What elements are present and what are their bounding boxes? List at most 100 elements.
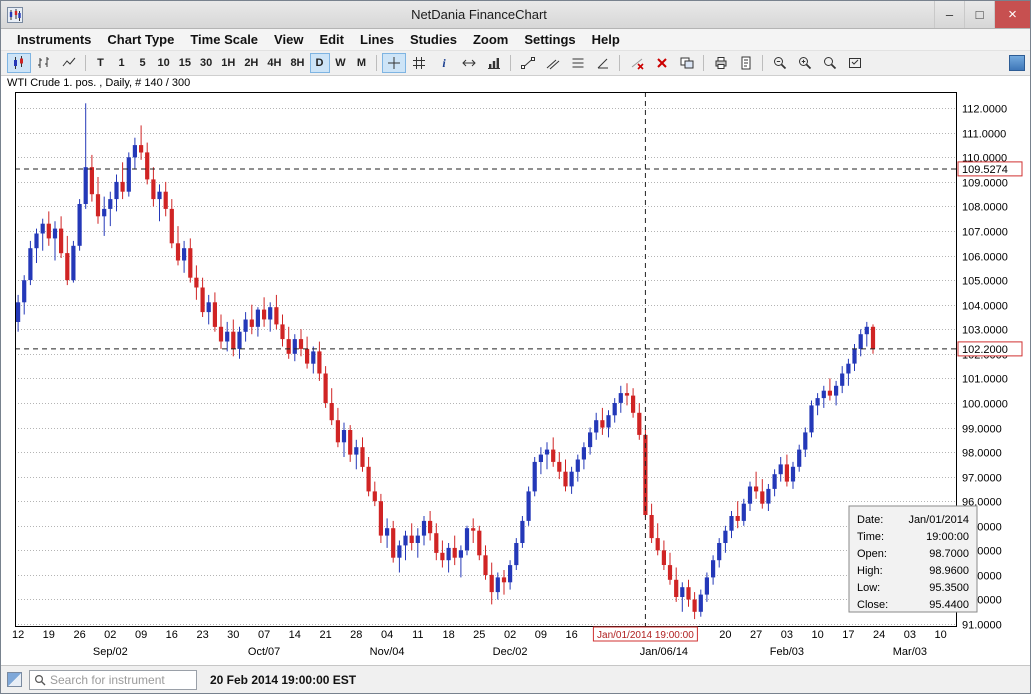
svg-text:107.0000: 107.0000 xyxy=(962,227,1008,239)
svg-text:09: 09 xyxy=(135,629,147,641)
zoom-fit-icon[interactable] xyxy=(843,53,867,73)
timeframe-2h-button[interactable]: 2H xyxy=(240,53,262,73)
svg-text:Jan/01/2014: Jan/01/2014 xyxy=(908,514,969,526)
svg-text:03: 03 xyxy=(904,629,916,641)
svg-text:18: 18 xyxy=(442,629,454,641)
search-box[interactable] xyxy=(29,670,197,690)
svg-text:04: 04 xyxy=(381,629,393,641)
svg-text:Open:: Open: xyxy=(857,548,887,560)
svg-text:Mar/03: Mar/03 xyxy=(893,646,927,658)
svg-text:Low:: Low: xyxy=(857,582,880,594)
svg-text:109.0000: 109.0000 xyxy=(962,178,1008,190)
close-button[interactable]: × xyxy=(994,1,1030,28)
zoom-in-icon[interactable] xyxy=(793,53,817,73)
menu-time-scale[interactable]: Time Scale xyxy=(182,30,266,49)
svg-text:105.0000: 105.0000 xyxy=(962,276,1008,288)
info-icon[interactable]: i xyxy=(432,53,456,73)
svg-text:106.0000: 106.0000 xyxy=(962,252,1008,264)
instrument-list-icon[interactable] xyxy=(7,672,22,687)
search-input[interactable] xyxy=(50,673,192,687)
crosshair-icon[interactable] xyxy=(382,53,406,73)
timeframe-15-button[interactable]: 15 xyxy=(175,53,195,73)
print-preview-icon[interactable] xyxy=(734,53,758,73)
menu-view[interactable]: View xyxy=(266,30,311,49)
svg-text:Sep/02: Sep/02 xyxy=(93,646,128,658)
timeframe-t-button[interactable]: T xyxy=(91,53,111,73)
search-icon xyxy=(34,674,46,686)
svg-text:95.3500: 95.3500 xyxy=(929,582,969,594)
windows-icon[interactable] xyxy=(675,53,699,73)
svg-text:109.5274: 109.5274 xyxy=(962,164,1008,176)
window-controls: – □ × xyxy=(934,1,1030,28)
fibonacci-icon[interactable] xyxy=(566,53,590,73)
timeframe-1h-button[interactable]: 1H xyxy=(217,53,239,73)
line-chart-icon[interactable] xyxy=(57,53,81,73)
zoom-out-icon[interactable] xyxy=(768,53,792,73)
svg-text:27: 27 xyxy=(750,629,762,641)
svg-text:02: 02 xyxy=(104,629,116,641)
svg-text:10: 10 xyxy=(934,629,946,641)
chart-area: WTI Crude 1. pos. , Daily, # 140 / 300 9… xyxy=(1,76,1030,665)
delete-icon[interactable] xyxy=(650,53,674,73)
timeframe-5-button[interactable]: 5 xyxy=(133,53,153,73)
svg-text:101.0000: 101.0000 xyxy=(962,374,1008,386)
magnifier-icon[interactable] xyxy=(818,53,842,73)
remove-line-icon[interactable] xyxy=(625,53,649,73)
svg-text:95.4400: 95.4400 xyxy=(929,599,969,611)
toolbar-overflow-button[interactable] xyxy=(1009,55,1025,71)
chart-canvas[interactable]: 91.000092.000093.000094.000095.000096.00… xyxy=(1,76,1030,665)
toolbar-separator xyxy=(619,55,620,71)
timeframe-30-button[interactable]: 30 xyxy=(196,53,216,73)
volume-icon[interactable] xyxy=(482,53,506,73)
svg-text:30: 30 xyxy=(227,629,239,641)
angle-line-icon[interactable] xyxy=(591,53,615,73)
x-axis-labels: 1219260209162330071421280411182502091620… xyxy=(12,629,947,641)
svg-text:21: 21 xyxy=(319,629,331,641)
minimize-button[interactable]: – xyxy=(934,1,964,28)
menu-edit[interactable]: Edit xyxy=(311,30,352,49)
print-icon[interactable] xyxy=(709,53,733,73)
menu-chart-type[interactable]: Chart Type xyxy=(99,30,182,49)
status-datetime: 20 Feb 2014 19:00:00 EST xyxy=(210,673,356,687)
trend-line-icon[interactable] xyxy=(516,53,540,73)
svg-text:108.0000: 108.0000 xyxy=(962,202,1008,214)
grid-icon[interactable] xyxy=(407,53,431,73)
svg-text:Feb/03: Feb/03 xyxy=(770,646,804,658)
svg-text:91.0000: 91.0000 xyxy=(962,620,1002,632)
menu-help[interactable]: Help xyxy=(584,30,628,49)
menu-studies[interactable]: Studies xyxy=(402,30,465,49)
svg-text:19:00:00: 19:00:00 xyxy=(926,531,969,543)
timeframe-d-button[interactable]: D xyxy=(310,53,330,73)
svg-text:Dec/02: Dec/02 xyxy=(493,646,528,658)
svg-text:Date:: Date: xyxy=(857,514,883,526)
bar-chart-icon[interactable] xyxy=(32,53,56,73)
menu-bar: InstrumentsChart TypeTime ScaleViewEditL… xyxy=(1,29,1030,51)
trend-channel-icon[interactable] xyxy=(541,53,565,73)
timeframe-m-button[interactable]: M xyxy=(352,53,372,73)
svg-text:100.0000: 100.0000 xyxy=(962,399,1008,411)
maximize-button[interactable]: □ xyxy=(964,1,994,28)
svg-text:Nov/04: Nov/04 xyxy=(370,646,405,658)
timeframe-1-button[interactable]: 1 xyxy=(112,53,132,73)
timeframe-10-button[interactable]: 10 xyxy=(154,53,174,73)
svg-text:Close:: Close: xyxy=(857,599,888,611)
app-window: NetDania FinanceChart – □ × InstrumentsC… xyxy=(0,0,1031,694)
candlestick-chart-icon[interactable] xyxy=(7,53,31,73)
horizontal-scroll-icon[interactable] xyxy=(457,53,481,73)
svg-text:09: 09 xyxy=(535,629,547,641)
timeframe-w-button[interactable]: W xyxy=(331,53,351,73)
svg-text:98.9600: 98.9600 xyxy=(929,565,969,577)
svg-text:104.0000: 104.0000 xyxy=(962,301,1008,313)
toolbar-separator xyxy=(376,55,377,71)
timeframe-4h-button[interactable]: 4H xyxy=(263,53,285,73)
menu-instruments[interactable]: Instruments xyxy=(9,30,99,49)
timeframe-8h-button[interactable]: 8H xyxy=(286,53,308,73)
svg-text:02: 02 xyxy=(504,629,516,641)
menu-lines[interactable]: Lines xyxy=(352,30,402,49)
svg-text:07: 07 xyxy=(258,629,270,641)
menu-settings[interactable]: Settings xyxy=(516,30,583,49)
menu-zoom[interactable]: Zoom xyxy=(465,30,516,49)
svg-text:98.0000: 98.0000 xyxy=(962,448,1002,460)
svg-text:12: 12 xyxy=(12,629,24,641)
title-bar[interactable]: NetDania FinanceChart – □ × xyxy=(1,1,1030,29)
